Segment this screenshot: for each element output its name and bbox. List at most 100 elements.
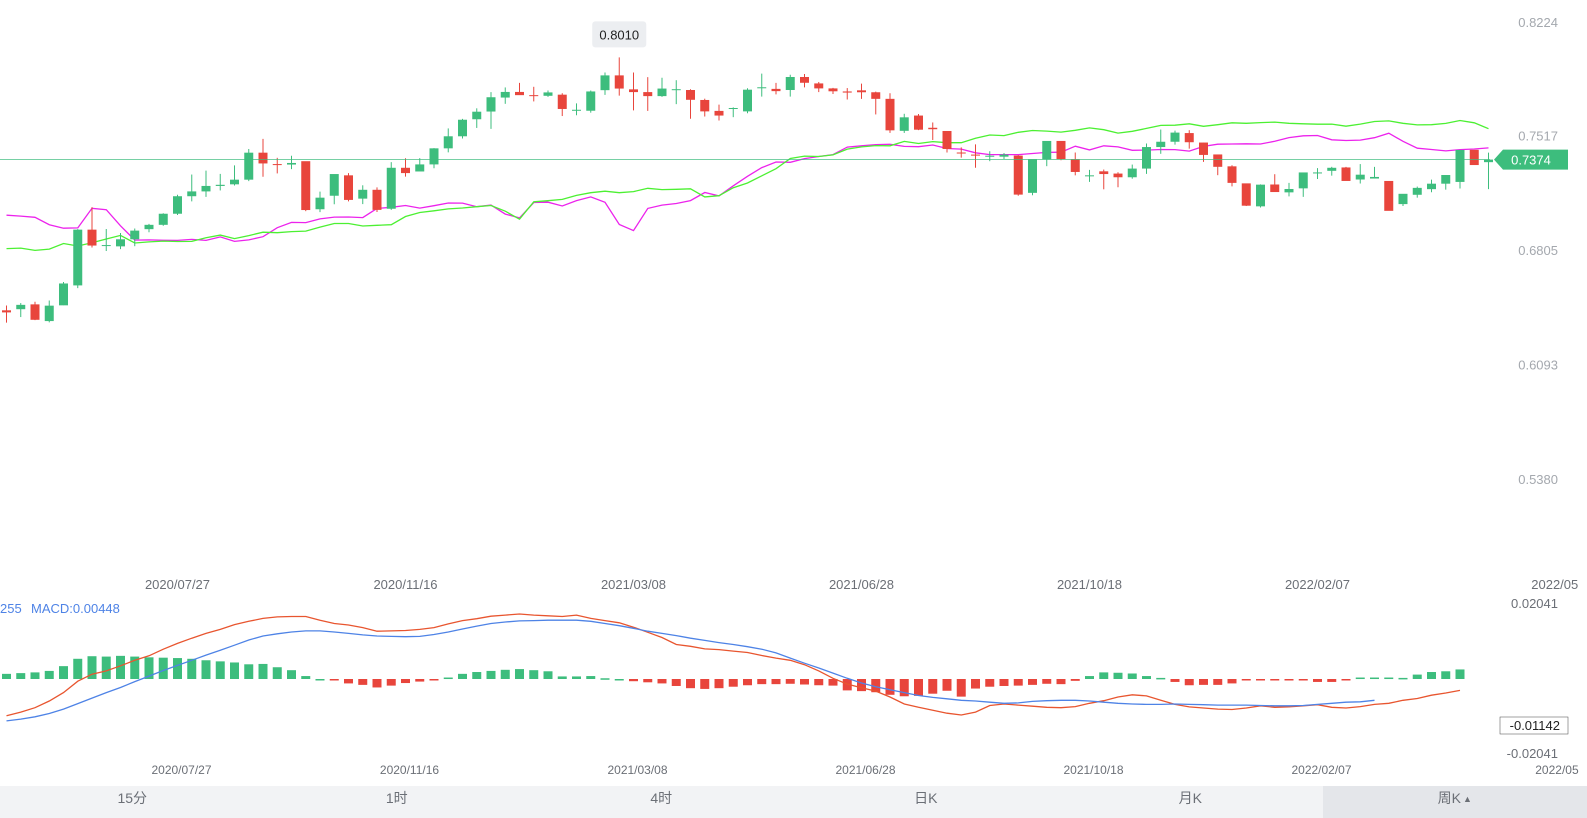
macd-histogram-bar xyxy=(557,676,567,679)
tab-15min[interactable]: 15分 xyxy=(0,786,265,818)
candle xyxy=(272,157,282,174)
tab-monthly[interactable]: 月K xyxy=(1058,786,1323,818)
candle-body xyxy=(1469,149,1479,166)
candle-body xyxy=(1127,168,1137,178)
candle xyxy=(857,83,866,99)
candle-body xyxy=(1099,171,1109,175)
candle-body xyxy=(1056,140,1066,160)
candle-body xyxy=(144,224,154,230)
candle-body xyxy=(201,185,211,192)
candle-body xyxy=(557,94,567,109)
price-tick-label: 0.6805 xyxy=(1518,243,1558,258)
candle-body xyxy=(657,88,667,97)
candle-body xyxy=(486,97,496,112)
candle xyxy=(714,104,724,121)
tab-1hour[interactable]: 1时 xyxy=(265,786,530,818)
macd-histogram-bar xyxy=(215,661,225,679)
candle-body xyxy=(1184,133,1194,143)
candle-body xyxy=(629,89,638,93)
candle-body xyxy=(714,110,724,116)
candle xyxy=(928,122,938,140)
macd-current-tag: -0.01142 xyxy=(1499,716,1569,735)
price-date-label: 2021/10/18 xyxy=(1057,577,1122,592)
candle-body xyxy=(500,91,510,98)
macd-histogram-bar xyxy=(1398,677,1408,680)
price-date-label: 2020/11/16 xyxy=(373,577,437,592)
macd-date-label: 2022/02/07 xyxy=(1291,763,1351,777)
candle xyxy=(372,187,382,212)
candle xyxy=(287,155,296,170)
candle xyxy=(1484,152,1493,190)
candle xyxy=(344,173,353,202)
macd-histogram-bar xyxy=(985,679,995,687)
macd-histogram-bar xyxy=(614,679,624,681)
candle-body xyxy=(59,283,68,306)
candle xyxy=(1256,184,1265,208)
price-date-label: 2022/02/07 xyxy=(1285,577,1350,592)
candle-body xyxy=(871,92,881,99)
candle-body xyxy=(443,136,453,149)
macd-histogram-bar xyxy=(600,678,610,680)
tab-4hour[interactable]: 4时 xyxy=(529,786,794,818)
macd-histogram-bar xyxy=(885,679,895,695)
macd-y-axis: 0.02041 -0.01142 -0.02041 xyxy=(1499,596,1569,761)
macd-histogram-bar xyxy=(230,662,239,679)
candle xyxy=(1056,140,1066,161)
macd-histogram-bar xyxy=(1127,673,1137,679)
macd-histogram-bar xyxy=(372,679,382,688)
macd-histogram-bar xyxy=(1412,674,1422,679)
candle-body xyxy=(130,230,140,240)
macd-legend-value: MACD:0.00448 xyxy=(31,601,120,616)
candle xyxy=(472,108,482,128)
macd-histogram-bar xyxy=(1256,679,1265,681)
macd-histogram-bar xyxy=(1085,676,1094,679)
candle-body xyxy=(1341,167,1351,181)
macd-date-label: 2021/03/08 xyxy=(607,763,667,777)
macd-histogram-bar xyxy=(515,669,524,679)
macd-histogram-bar xyxy=(1028,679,1037,685)
macd-histogram-bar xyxy=(1370,677,1379,680)
candle xyxy=(401,158,410,177)
tab-weekly[interactable]: 周K ▲ xyxy=(1322,786,1587,818)
candle-body xyxy=(643,92,653,97)
candle-body xyxy=(472,111,482,120)
candle-body xyxy=(44,305,54,322)
macd-histogram-bar xyxy=(315,679,325,681)
macd-histogram-bar xyxy=(344,679,353,684)
candle xyxy=(1341,166,1351,181)
candle xyxy=(230,165,239,186)
candle-body xyxy=(415,164,425,172)
max-price-value: 0.8010 xyxy=(599,27,639,42)
candle xyxy=(757,73,767,97)
macd-histogram-bar xyxy=(258,663,268,679)
candle xyxy=(743,88,752,114)
candle-body xyxy=(287,162,296,165)
candle-body xyxy=(1170,132,1180,142)
candle xyxy=(1241,183,1251,207)
candle-body xyxy=(671,89,681,91)
macd-histogram-bar xyxy=(1298,679,1308,681)
candle-body xyxy=(785,76,795,91)
candle-body xyxy=(1370,176,1379,179)
candle-body xyxy=(1213,154,1223,167)
candle xyxy=(2,305,11,323)
candle-body xyxy=(985,155,995,157)
candle-body xyxy=(828,88,838,92)
candle-body xyxy=(842,91,852,93)
candle xyxy=(1370,166,1379,179)
candle-body xyxy=(386,167,396,209)
price-date-label: 2021/03/08 xyxy=(601,577,666,592)
candle xyxy=(643,77,653,111)
candle-body xyxy=(116,239,125,247)
candle-body xyxy=(87,229,97,246)
tab-daily[interactable]: 日K xyxy=(794,786,1059,818)
candle xyxy=(543,90,553,97)
candle xyxy=(486,92,496,129)
macd-histogram-bar xyxy=(671,679,681,686)
candle-body xyxy=(329,174,339,196)
candle xyxy=(1384,180,1394,211)
candle xyxy=(1313,168,1322,180)
candle-body xyxy=(515,91,524,96)
candle-body xyxy=(301,161,311,211)
macd-histogram-bar xyxy=(529,670,539,679)
